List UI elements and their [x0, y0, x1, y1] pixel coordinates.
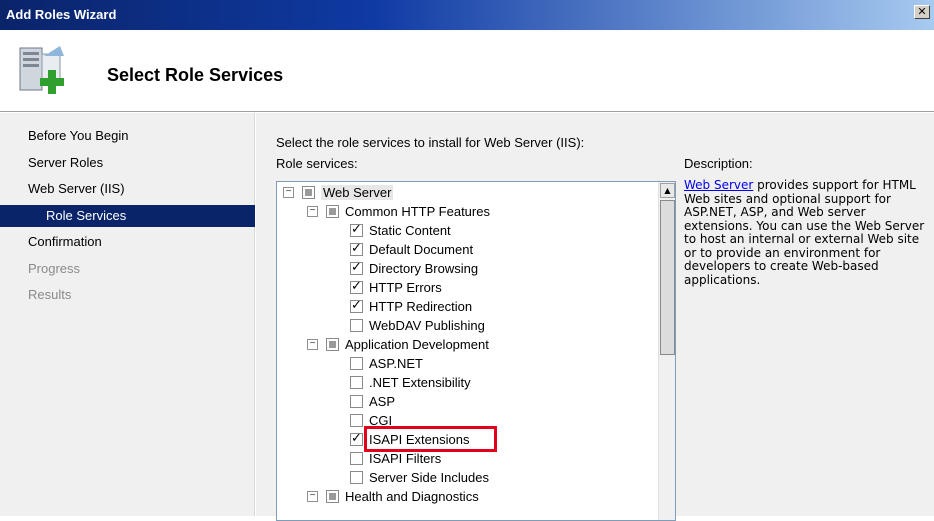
checkbox[interactable] — [350, 298, 363, 313]
tree-item-http-redirection[interactable]: HTTP Redirection — [350, 297, 472, 316]
checkbox[interactable] — [326, 338, 339, 351]
isapi-extensions-highlight — [364, 426, 497, 452]
checkbox[interactable] — [350, 395, 363, 408]
checkbox[interactable] — [350, 357, 363, 370]
checkbox[interactable] — [350, 260, 363, 275]
page-title: Select Role Services — [107, 65, 284, 85]
nav-web-server-iis[interactable]: Web Server (IIS) — [0, 178, 255, 200]
collapse-icon[interactable]: − — [307, 491, 318, 502]
tree-item-http-errors[interactable]: HTTP Errors — [350, 278, 442, 297]
description-body: provides support for HTML Web sites and … — [684, 178, 925, 287]
collapse-icon[interactable]: − — [283, 187, 294, 198]
tree-item-label: HTTP Errors — [369, 280, 442, 295]
tree-item-health-and-diagnostics[interactable]: − Health and Diagnostics — [307, 487, 479, 506]
tree-item-label: .NET Extensibility — [369, 375, 471, 390]
title-bar: Add Roles Wizard ✕ — [0, 0, 934, 30]
tree-item-label: Static Content — [369, 223, 451, 238]
window-title: Add Roles Wizard — [6, 7, 117, 22]
tree-item-label: ASP.NET — [369, 356, 423, 371]
tree-item-label: ASP — [369, 394, 396, 409]
checkbox[interactable] — [326, 205, 339, 218]
checkbox[interactable] — [350, 222, 363, 237]
server-with-add-icon — [14, 42, 70, 102]
nav-progress: Progress — [28, 261, 81, 276]
tree-item-default-document[interactable]: Default Document — [350, 240, 473, 259]
checkbox[interactable] — [350, 471, 363, 484]
tree-item-webdav-publishing[interactable]: WebDAV Publishing — [350, 316, 485, 335]
checkbox[interactable] — [350, 376, 363, 389]
tree-item-label: Server Side Includes — [369, 470, 489, 485]
wizard-header: Select Role Services — [0, 30, 934, 112]
tree-scrollbar[interactable]: ▲ — [658, 182, 675, 520]
checkbox[interactable] — [350, 279, 363, 294]
checkbox[interactable] — [326, 490, 339, 503]
tree-item-net-extensibility[interactable]: .NET Extensibility — [350, 373, 471, 392]
nav-role-services[interactable]: Role Services — [0, 205, 255, 227]
checkbox[interactable] — [302, 186, 315, 199]
web-server-link[interactable]: Web Server — [684, 178, 753, 192]
checkbox[interactable] — [350, 241, 363, 256]
main-panel: Select the role services to install for … — [256, 113, 934, 521]
checkbox[interactable] — [350, 414, 363, 427]
tree-item-label: Common HTTP Features — [345, 204, 490, 219]
nav-server-roles[interactable]: Server Roles — [0, 152, 255, 174]
instruction-text: Select the role services to install for … — [276, 135, 585, 150]
tree-item-server-side-includes[interactable]: Server Side Includes — [350, 468, 489, 487]
checkbox[interactable] — [350, 431, 363, 446]
tree-item-web-server[interactable]: − Web Server — [283, 183, 394, 202]
tree-item-label: Application Development — [345, 337, 489, 352]
nav-results: Results — [28, 287, 72, 302]
scroll-up-arrow-icon[interactable]: ▲ — [660, 183, 675, 198]
role-services-tree[interactable]: − Web Server − Common HTTP Features Stat… — [276, 181, 676, 521]
tree-item-label: Default Document — [369, 242, 474, 257]
scroll-thumb[interactable] — [660, 200, 675, 355]
tree-item-label: Web Server — [321, 185, 394, 200]
tree-item-label: HTTP Redirection — [369, 299, 473, 314]
tree-item-application-development[interactable]: − Application Development — [307, 335, 489, 354]
wizard-steps-nav: Before You Begin Server Roles Web Server… — [0, 113, 255, 516]
tree-item-asp-net[interactable]: ASP.NET — [350, 354, 423, 373]
role-services-label: Role services: — [276, 156, 358, 171]
description-text: Web Server provides support for HTML Web… — [684, 178, 930, 287]
description-label: Description: — [684, 156, 753, 171]
collapse-icon[interactable]: − — [307, 206, 318, 217]
tree-item-label: WebDAV Publishing — [369, 318, 485, 333]
tree-item-label: Health and Diagnostics — [345, 489, 479, 504]
tree-item-asp[interactable]: ASP — [350, 392, 395, 411]
nav-before-you-begin[interactable]: Before You Begin — [0, 125, 255, 147]
tree-item-static-content[interactable]: Static Content — [350, 221, 451, 240]
tree-item-label: Directory Browsing — [369, 261, 479, 276]
close-button[interactable]: ✕ — [914, 5, 930, 19]
tree-item-common-http-features[interactable]: − Common HTTP Features — [307, 202, 490, 221]
checkbox[interactable] — [350, 319, 363, 332]
checkbox[interactable] — [350, 452, 363, 465]
tree-item-directory-browsing[interactable]: Directory Browsing — [350, 259, 478, 278]
nav-confirmation[interactable]: Confirmation — [0, 231, 255, 253]
tree-item-label: ISAPI Filters — [369, 451, 442, 466]
collapse-icon[interactable]: − — [307, 339, 318, 350]
